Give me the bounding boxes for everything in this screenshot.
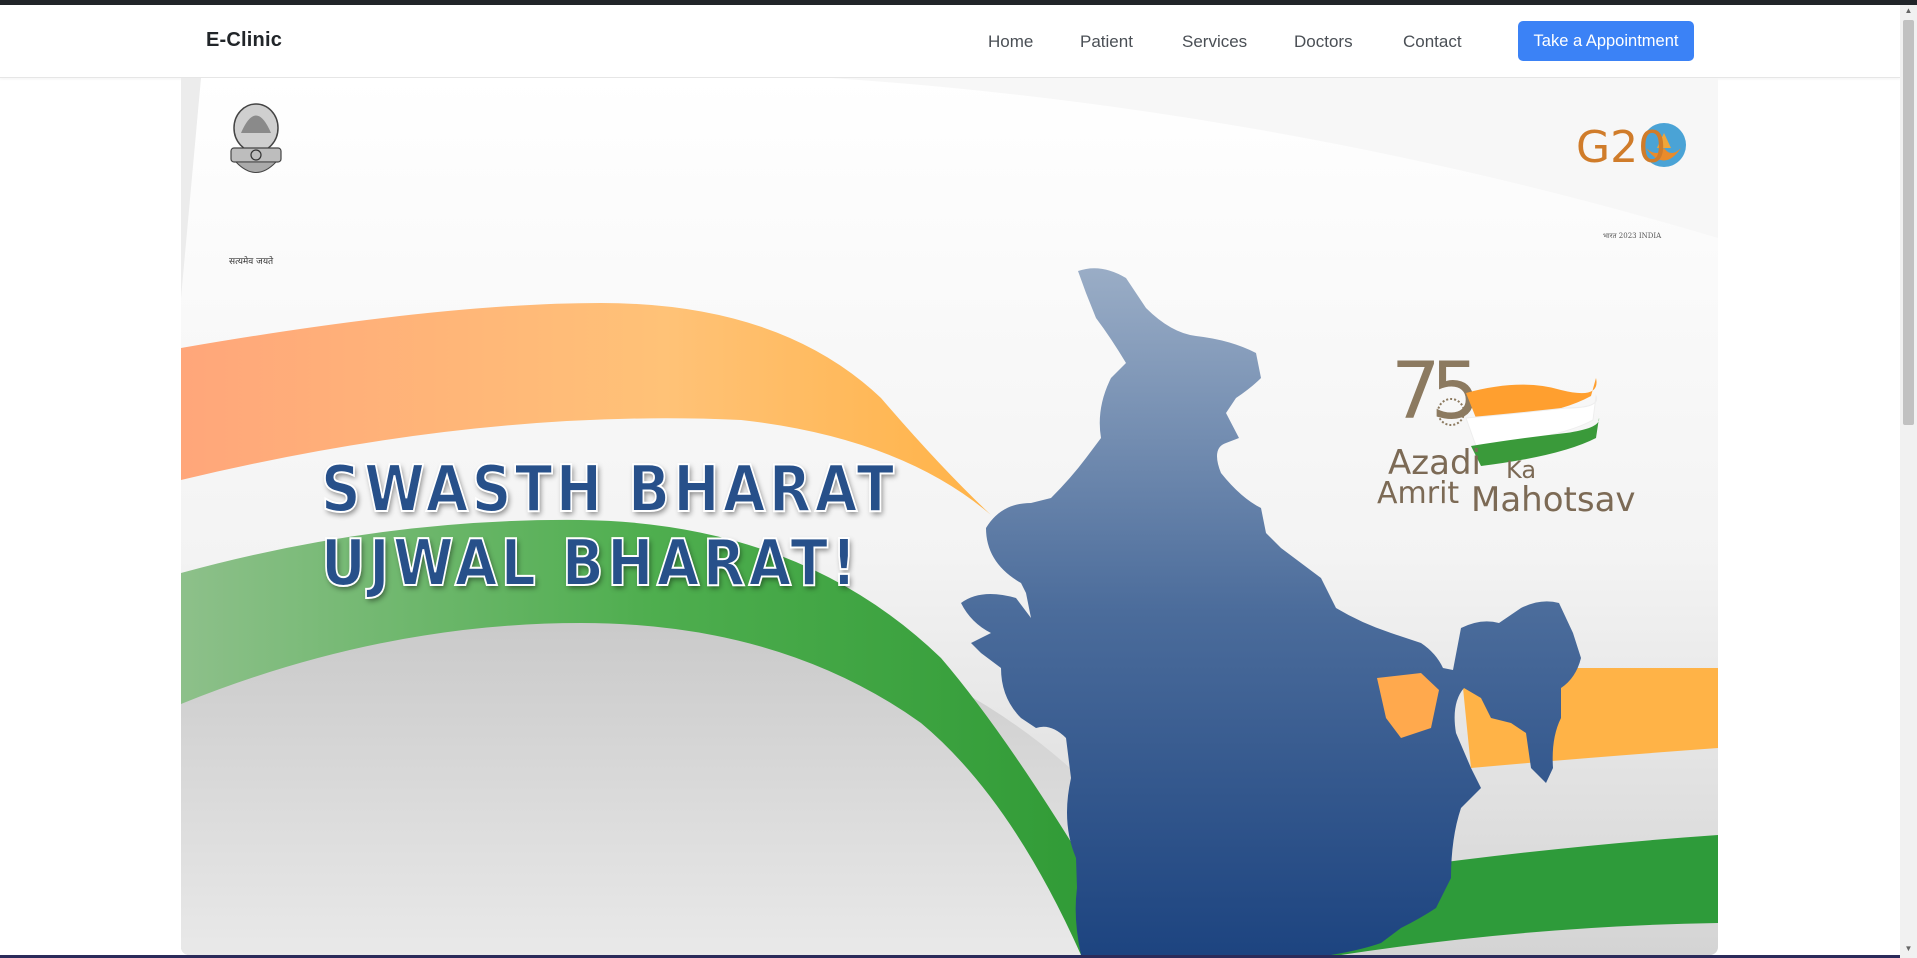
scroll-down-arrow-icon[interactable]: ▼ [1903, 944, 1914, 954]
state-emblem-icon [230, 103, 282, 173]
slogan-line-2: UJWAL BHARAT! [320, 526, 860, 602]
hero-banner: G20 75 SWASTH BHARAT UJWAL BHARAT! सत्यम… [181, 78, 1718, 955]
scrollbar-thumb[interactable] [1903, 20, 1914, 425]
akam-word-mahotsav: Mahotsav [1471, 480, 1636, 520]
g20-tagline: भारत 2023 INDIA [1603, 232, 1662, 240]
nav-link-contact[interactable]: Contact [1403, 32, 1462, 52]
g20-logo-icon: G20 [1576, 122, 1686, 173]
nav-link-doctors[interactable]: Doctors [1294, 32, 1353, 52]
take-appointment-button[interactable]: Take a Appointment [1518, 21, 1694, 61]
brand-logo[interactable]: E-Clinic [206, 29, 282, 52]
hero-slogan: SWASTH BHARAT UJWAL BHARAT! [320, 452, 898, 602]
g20-text: G20 [1576, 122, 1666, 173]
scroll-up-arrow-icon[interactable]: ▲ [1903, 6, 1914, 16]
navbar: E-Clinic Home Patient Services Doctors C… [0, 5, 1900, 78]
emblem-motto: सत्यमेव जयते [229, 257, 274, 267]
nav-link-patient[interactable]: Patient [1080, 32, 1133, 52]
nav-link-home[interactable]: Home [988, 32, 1033, 52]
akam-word-amrit: Amrit [1377, 476, 1460, 511]
akam-number: 75 [1391, 347, 1474, 437]
nav-link-services[interactable]: Services [1182, 32, 1247, 52]
slogan-line-1: SWASTH BHARAT [320, 452, 898, 528]
